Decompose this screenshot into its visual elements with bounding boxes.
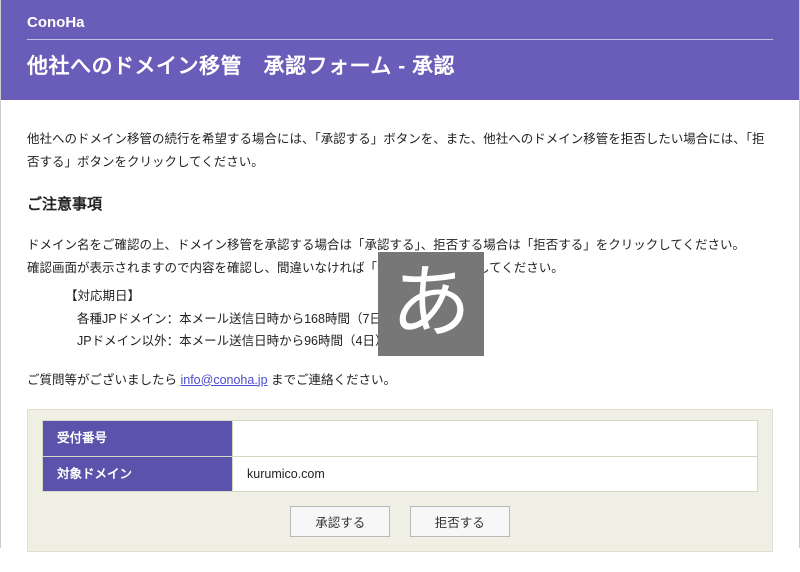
contact-post: までご連絡ください。	[268, 373, 396, 387]
page-title: 他社へのドメイン移管 承認フォーム - 承認	[27, 50, 773, 80]
table-row: 対象ドメイン kurumico.com	[43, 456, 758, 492]
deadline-block: 【対応期日】 各種JPドメイン：本メール送信日時から168時間（7日）以内 JP…	[27, 285, 773, 353]
target-domain-value: kurumico.com	[233, 456, 758, 492]
page-header: ConoHa 他社へのドメイン移管 承認フォーム - 承認	[1, 0, 799, 100]
approve-button[interactable]: 承認する	[290, 506, 390, 537]
contact-pre: ご質問等がございましたら	[27, 373, 180, 387]
receipt-number-value	[233, 421, 758, 457]
intro-paragraph: 他社へのドメイン移管の続行を希望する場合には、「承認する」ボタンを、また、他社へ…	[27, 128, 773, 173]
button-row: 承認する 拒否する	[42, 506, 758, 537]
notice-heading: ご注意事項	[27, 191, 773, 218]
receipt-number-label: 受付番号	[43, 421, 233, 457]
data-panel: 受付番号 対象ドメイン kurumico.com 承認する 拒否する	[27, 409, 773, 552]
deadline-jp: 各種JPドメイン：本メール送信日時から168時間（7日）以内	[65, 308, 773, 331]
info-table: 受付番号 対象ドメイン kurumico.com	[42, 420, 758, 492]
table-row: 受付番号	[43, 421, 758, 457]
deadline-other: JPドメイン以外：本メール送信日時から96時間（4日）以内	[65, 330, 773, 353]
notice-line-1: ドメイン名をご確認の上、ドメイン移管を承認する場合は「承認する」、拒否する場合は…	[27, 234, 773, 257]
target-domain-label: 対象ドメイン	[43, 456, 233, 492]
brand-name: ConoHa	[27, 14, 773, 40]
content-area: 他社へのドメイン移管の続行を希望する場合には、「承認する」ボタンを、また、他社へ…	[1, 100, 799, 572]
deadline-heading: 【対応期日】	[65, 285, 773, 308]
contact-email-link[interactable]: info@conoha.jp	[180, 373, 267, 387]
notice-body: ドメイン名をご確認の上、ドメイン移管を承認する場合は「承認する」、拒否する場合は…	[27, 234, 773, 279]
notice-line-2: 確認画面が表示されますので内容を確認し、間違いなければ「決定」をクリックしてくだ…	[27, 257, 773, 280]
contact-line: ご質問等がございましたら info@conoha.jp までご連絡ください。	[27, 369, 773, 392]
reject-button[interactable]: 拒否する	[410, 506, 510, 537]
